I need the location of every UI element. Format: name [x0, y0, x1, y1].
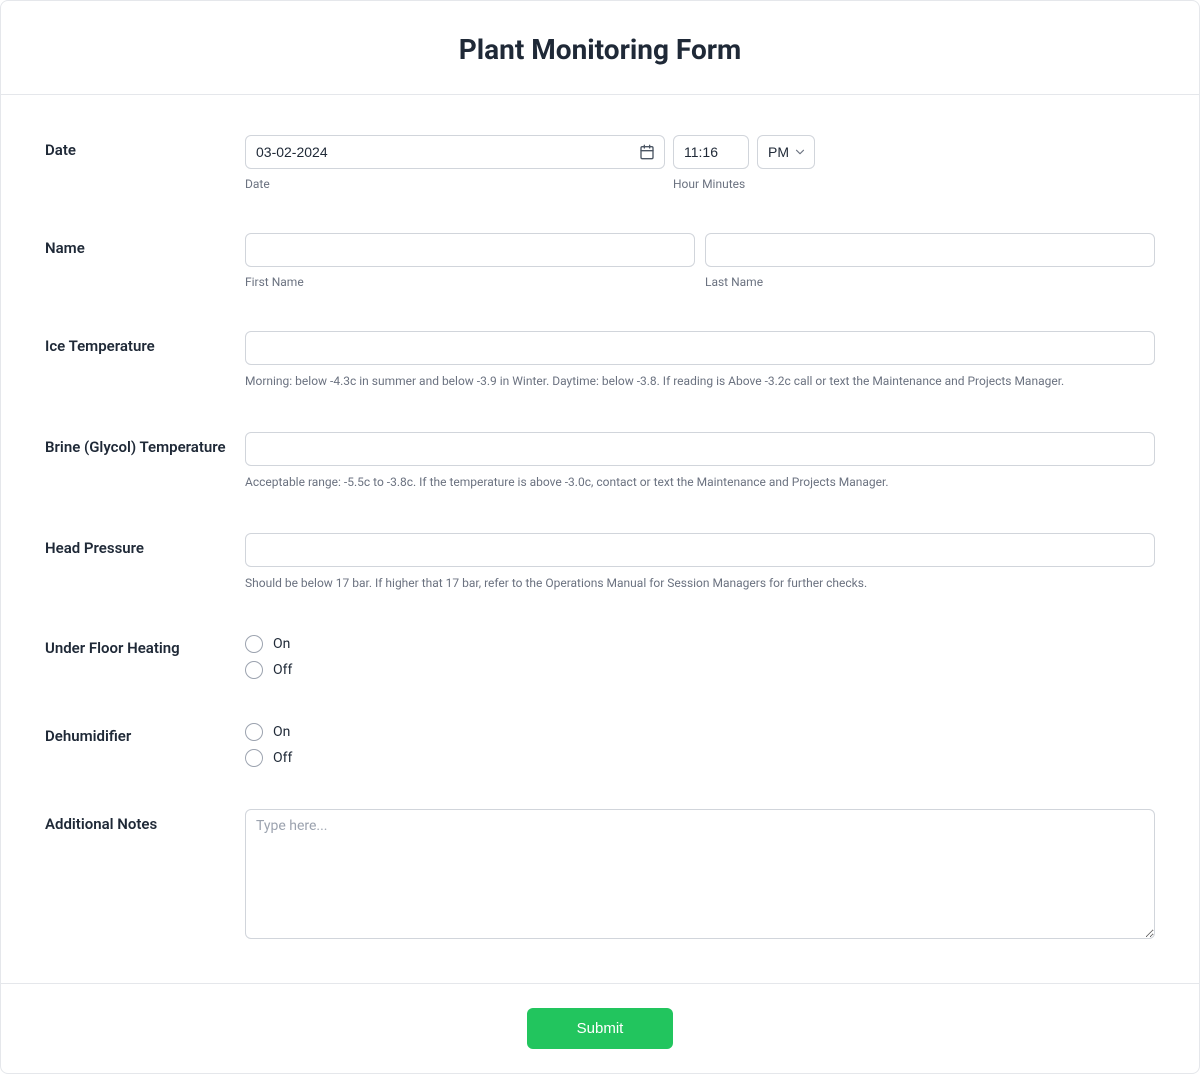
underfloor-on-option[interactable]: On	[245, 635, 1155, 653]
label-head-pressure: Head Pressure	[45, 533, 245, 557]
label-name: Name	[45, 233, 245, 257]
submit-button[interactable]: Submit	[527, 1008, 674, 1049]
page-title: Plant Monitoring Form	[25, 33, 1175, 66]
label-date: Date	[45, 135, 245, 159]
help-brine-temp: Acceptable range: -5.5c to -3.8c. If the…	[245, 474, 1155, 491]
dehumidifier-off-label: Off	[273, 750, 292, 766]
field-row-name: Name First Name Last Name	[45, 233, 1155, 289]
last-name-input[interactable]	[705, 233, 1155, 267]
ice-temp-input[interactable]	[245, 331, 1155, 365]
dehumidifier-on-option[interactable]: On	[245, 723, 1155, 741]
radio-icon	[245, 723, 263, 741]
label-underfloor: Under Floor Heating	[45, 633, 245, 657]
sublabel-date: Date	[245, 177, 665, 191]
dehumidifier-on-label: On	[273, 724, 290, 740]
form-header: Plant Monitoring Form	[1, 1, 1199, 95]
sublabel-first-name: First Name	[245, 275, 695, 289]
label-notes: Additional Notes	[45, 809, 245, 833]
underfloor-off-option[interactable]: Off	[245, 661, 1155, 679]
field-row-notes: Additional Notes	[45, 809, 1155, 943]
form-footer: Submit	[1, 983, 1199, 1073]
radio-icon	[245, 635, 263, 653]
label-dehumidifier: Dehumidifier	[45, 721, 245, 745]
field-row-underfloor: Under Floor Heating On Off	[45, 633, 1155, 679]
underfloor-off-label: Off	[273, 662, 292, 678]
field-row-dehumidifier: Dehumidifier On Off	[45, 721, 1155, 767]
head-pressure-input[interactable]	[245, 533, 1155, 567]
label-ice-temp: Ice Temperature	[45, 331, 245, 355]
underfloor-radio-group: On Off	[245, 633, 1155, 679]
field-row-ice-temp: Ice Temperature Morning: below -4.3c in …	[45, 331, 1155, 390]
date-input[interactable]	[245, 135, 665, 169]
sublabel-time: Hour Minutes	[673, 177, 749, 191]
label-brine-temp: Brine (Glycol) Temperature	[45, 432, 245, 456]
sublabel-last-name: Last Name	[705, 275, 1155, 289]
underfloor-on-label: On	[273, 636, 290, 652]
notes-textarea[interactable]	[245, 809, 1155, 939]
form-container: Plant Monitoring Form Date	[0, 0, 1200, 1074]
field-row-brine-temp: Brine (Glycol) Temperature Acceptable ra…	[45, 432, 1155, 491]
first-name-input[interactable]	[245, 233, 695, 267]
help-ice-temp: Morning: below -4.3c in summer and below…	[245, 373, 1155, 390]
radio-icon	[245, 749, 263, 767]
radio-icon	[245, 661, 263, 679]
time-input[interactable]	[673, 135, 749, 169]
dehumidifier-off-option[interactable]: Off	[245, 749, 1155, 767]
ampm-select[interactable]	[757, 135, 815, 169]
brine-temp-input[interactable]	[245, 432, 1155, 466]
form-body: Date	[1, 95, 1199, 983]
field-row-date: Date	[45, 135, 1155, 191]
field-row-head-pressure: Head Pressure Should be below 17 bar. If…	[45, 533, 1155, 592]
help-head-pressure: Should be below 17 bar. If higher that 1…	[245, 575, 1155, 592]
dehumidifier-radio-group: On Off	[245, 721, 1155, 767]
